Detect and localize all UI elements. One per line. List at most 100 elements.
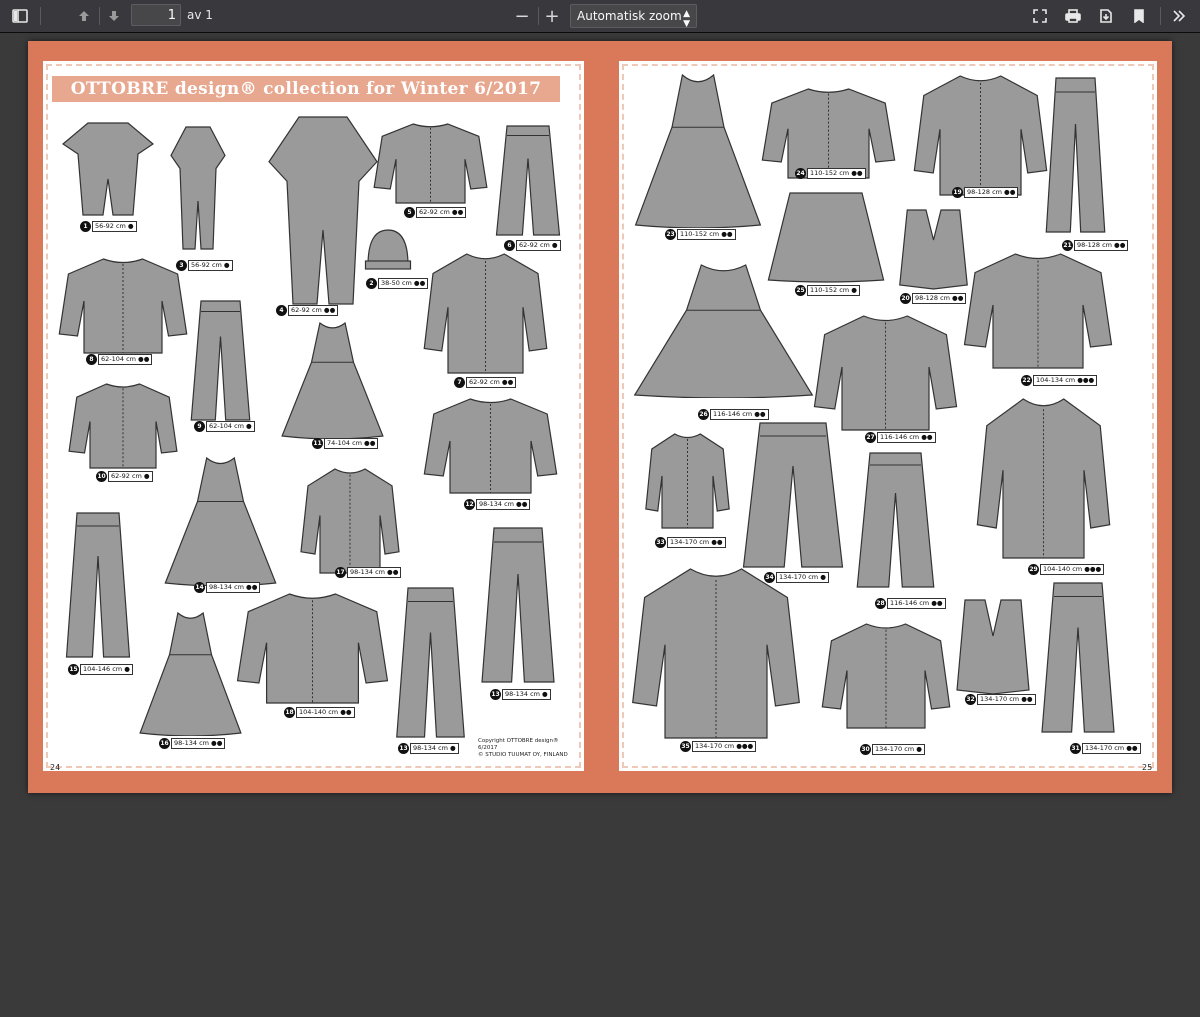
garment-sketch-pants	[1038, 581, 1118, 736]
garment-label: 10 62-92 cm ●	[96, 471, 153, 482]
garment-size-range: 56-92 cm ●	[188, 260, 233, 271]
garment-number-badge: 24	[795, 168, 806, 179]
garment-sketch-shirt	[58, 256, 188, 356]
garment-sketch-overall	[168, 123, 228, 253]
garment-number-badge: 22	[1021, 375, 1032, 386]
garment-size-range: 98-134 cm ●	[410, 743, 459, 754]
garment-size-range: 104-134 cm ●●●	[1033, 375, 1098, 386]
garment-number-badge: 1	[80, 221, 91, 232]
previous-page-icon[interactable]	[70, 4, 98, 28]
garment-number-badge: 10	[96, 471, 107, 482]
more-tools-icon[interactable]	[1165, 4, 1193, 28]
garment-sketch-jacket	[236, 591, 389, 706]
garment-number-badge: 6	[504, 240, 515, 251]
garment-number-badge: 20	[900, 293, 911, 304]
garment-size-range: 98-128 cm ●●	[964, 187, 1019, 198]
garment-size-range: 98-134 cm ●●	[347, 567, 402, 578]
garment-label: 35 134-170 cm ●●●	[680, 741, 757, 752]
garment-number-badge: 31	[1070, 743, 1081, 754]
garment-sketch-pants	[738, 421, 848, 571]
print-icon[interactable]	[1059, 4, 1087, 28]
garment-label: 23 110-152 cm ●●	[665, 229, 736, 240]
bookmark-icon[interactable]	[1125, 4, 1153, 28]
garment-label: 12 98-134 cm ●●	[464, 499, 531, 510]
garment-number-badge: 9	[194, 421, 205, 432]
garment-size-range: 134-170 cm ●	[872, 744, 925, 755]
page-number-input[interactable]	[131, 4, 181, 26]
garment-label: 9 62-104 cm ●	[194, 421, 255, 432]
garment-label: 32 134-170 cm ●●	[965, 694, 1036, 705]
garment-size-range: 62-104 cm ●●	[98, 354, 153, 365]
copyright-notice: Copyright OTTOBRE design® 6/2017 © STUDI…	[478, 738, 579, 759]
garment-sketch-pants	[393, 586, 468, 741]
garment-label: 18 104-140 cm ●●	[284, 707, 355, 718]
garment-label: 13 98-134 cm ●	[398, 743, 459, 754]
garment-number-badge: 30	[860, 744, 871, 755]
garment-number-badge: 29	[1028, 564, 1039, 575]
garment-label: 20 98-128 cm ●●	[900, 293, 967, 304]
collection-title: OTTOBRE design® collection for Winter 6/…	[52, 76, 560, 102]
garment-number-badge: 16	[159, 738, 170, 749]
garment-label: 16 98-134 cm ●●	[159, 738, 226, 749]
garment-size-range: 98-134 cm ●	[502, 689, 551, 700]
garment-size-range: 134-170 cm ●●●	[692, 741, 757, 752]
zoom-out-button[interactable]: −	[508, 4, 536, 28]
garment-number-badge: 15	[68, 664, 79, 675]
garment-size-range: 110-152 cm ●●	[807, 168, 866, 179]
garment-size-range: 62-92 cm ●●	[288, 305, 339, 316]
garment-label: 30 134-170 cm ●	[860, 744, 925, 755]
zoom-in-button[interactable]: +	[538, 4, 566, 28]
garment-number-badge: 7	[454, 377, 465, 388]
page-count-label: av 1	[187, 8, 213, 22]
garment-sketch-shirt	[373, 121, 488, 206]
garment-size-range: 98-134 cm ●●	[476, 499, 531, 510]
garment-label: 8 62-104 cm ●●	[86, 354, 153, 365]
garment-number-badge: 23	[665, 229, 676, 240]
garment-size-range: 56-92 cm ●	[92, 221, 137, 232]
garment-label: 19 98-128 cm ●●	[952, 187, 1019, 198]
garment-sketch-pants	[478, 526, 558, 686]
page-number-right: 25	[1142, 763, 1153, 772]
page-number-left: 24	[50, 763, 61, 772]
next-page-icon[interactable]	[100, 4, 128, 28]
fullscreen-icon[interactable]	[1026, 4, 1054, 28]
garment-label: 27 116-146 cm ●●	[865, 432, 936, 443]
garment-size-range: 38-50 cm ●●	[378, 278, 429, 289]
garment-number-badge: 26	[698, 409, 709, 420]
garment-label: 6 62-92 cm ●	[504, 240, 561, 251]
garment-size-range: 104-146 cm ●	[80, 664, 133, 675]
garment-sketch-dress	[138, 611, 243, 736]
garment-sketch-shirt	[645, 431, 730, 531]
pdf-toolbar: av 1 − + Automatisk zoom ▲▼	[0, 0, 1200, 33]
garment-label: 13 98-134 cm ●	[490, 689, 551, 700]
garment-size-range: 134-170 cm ●●	[977, 694, 1036, 705]
garment-number-badge: 27	[865, 432, 876, 443]
garment-number-badge: 33	[655, 537, 666, 548]
garment-label: 4 62-92 cm ●●	[276, 305, 339, 316]
garment-label: 1 56-92 cm ●	[80, 221, 137, 232]
garment-label: 15 104-146 cm ●	[68, 664, 133, 675]
garment-size-range: 116-146 cm ●●	[877, 432, 936, 443]
garment-label: 7 62-92 cm ●●	[454, 377, 517, 388]
garment-sketch-coat	[963, 251, 1113, 371]
garment-sketch-shirt	[913, 73, 1048, 198]
garment-size-range: 134-170 cm ●●	[1082, 743, 1141, 754]
garment-label: 22 104-134 cm ●●●	[1021, 375, 1098, 386]
garment-number-badge: 28	[875, 598, 886, 609]
garment-sketch-dress	[631, 263, 816, 398]
garment-sketch-shirt	[300, 466, 400, 576]
garment-sketch-shirt	[68, 381, 178, 471]
garment-size-range: 110-152 cm ●●	[677, 229, 736, 240]
garment-size-range: 104-140 cm ●●●	[1040, 564, 1105, 575]
garment-number-badge: 32	[965, 694, 976, 705]
garment-number-badge: 8	[86, 354, 97, 365]
zoom-select[interactable]: Automatisk zoom ▲ ▼	[570, 4, 697, 29]
garment-sketch-shirt	[761, 86, 896, 181]
garment-label: 29 104-140 cm ●●●	[1028, 564, 1105, 575]
garment-number-badge: 21	[1062, 240, 1073, 251]
download-icon[interactable]	[1092, 4, 1120, 28]
garment-number-badge: 12	[464, 499, 475, 510]
garment-number-badge: 19	[952, 187, 963, 198]
garment-sketch-pants	[493, 124, 563, 239]
sidebar-toggle-icon[interactable]	[6, 4, 34, 28]
